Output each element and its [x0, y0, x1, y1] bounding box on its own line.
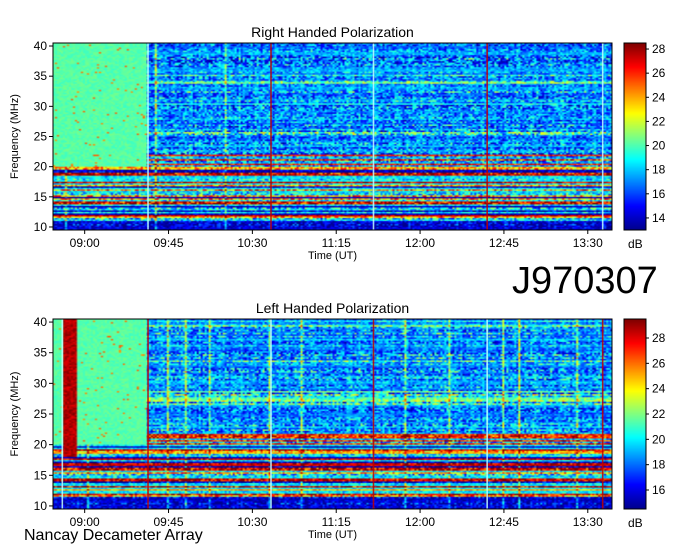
- x-tick-label: 11:15: [322, 515, 351, 529]
- colorbar-tick-label: 20: [652, 432, 666, 446]
- observation-id: J970307: [512, 260, 658, 302]
- y-tick-label: 40: [34, 315, 48, 329]
- y-tick-label: 15: [34, 190, 48, 204]
- y-tick-label: 40: [34, 39, 48, 53]
- x-tick-label: 12:00: [405, 515, 435, 529]
- x-tick-label: 10:30: [237, 236, 267, 250]
- colorbar: [624, 319, 646, 509]
- panel-title: Left Handed Polarization: [256, 300, 409, 316]
- colorbar-label: dB: [628, 237, 643, 251]
- colorbar-tick-label: 26: [652, 66, 666, 80]
- colorbar-tick-label: 22: [652, 114, 666, 128]
- colorbar: [624, 43, 646, 230]
- instrument-name: Nancay Decameter Array: [24, 527, 203, 544]
- colorbar-tick-label: 14: [652, 211, 666, 225]
- y-tick-label: 35: [34, 346, 48, 360]
- y-tick-label: 10: [34, 220, 48, 234]
- x-tick-label: 09:00: [70, 236, 100, 250]
- y-tick-label: 20: [34, 438, 48, 452]
- colorbar-tick-label: 28: [652, 331, 666, 345]
- x-axis-label: Time (UT): [308, 529, 357, 541]
- spectrum-heatmap: [53, 319, 612, 509]
- colorbar-label: dB: [628, 516, 643, 530]
- panel-title: Right Handed Polarization: [251, 24, 414, 40]
- x-tick-label: 13:30: [573, 236, 603, 250]
- y-tick-label: 20: [34, 160, 48, 174]
- x-tick-label: 12:00: [405, 236, 435, 250]
- y-tick-label: 25: [34, 407, 48, 421]
- colorbar-tick-label: 20: [652, 139, 666, 153]
- x-tick-label: 12:45: [489, 515, 519, 529]
- x-tick-label: 12:45: [489, 236, 519, 250]
- colorbar-tick-label: 18: [652, 458, 666, 472]
- y-axis-label: Frequency (MHz): [9, 372, 21, 457]
- colorbar-tick-label: 22: [652, 407, 666, 421]
- colorbar-tick-label: 18: [652, 163, 666, 177]
- x-tick-label: 10:30: [237, 515, 267, 529]
- y-tick-label: 35: [34, 69, 48, 83]
- y-tick-label: 10: [34, 499, 48, 513]
- y-tick-label: 25: [34, 130, 48, 144]
- spectrum-panel-1: Right Handed Polarization 09:00 09:45 10:30…: [9, 24, 666, 262]
- y-tick-label: 30: [34, 376, 48, 390]
- x-tick-label: 11:15: [322, 236, 351, 250]
- y-axis-label: Frequency (MHz): [9, 94, 21, 179]
- spectrum-panel-2: Left Handed Polarization09:00 09:45 10:30 1…: [9, 300, 666, 541]
- colorbar-tick-label: 24: [652, 90, 666, 104]
- colorbar-tick-label: 16: [652, 483, 666, 497]
- x-axis-label: Time (UT): [308, 250, 357, 262]
- x-tick-label: 09:45: [154, 236, 184, 250]
- spectrum-heatmap: [53, 43, 612, 230]
- y-tick-label: 30: [34, 99, 48, 113]
- y-tick-label: 15: [34, 468, 48, 482]
- x-tick-label: 13:30: [573, 515, 603, 529]
- colorbar-tick-label: 16: [652, 187, 666, 201]
- colorbar-tick-label: 24: [652, 382, 666, 396]
- colorbar-tick-label: 28: [652, 42, 666, 56]
- colorbar-tick-label: 26: [652, 356, 666, 370]
